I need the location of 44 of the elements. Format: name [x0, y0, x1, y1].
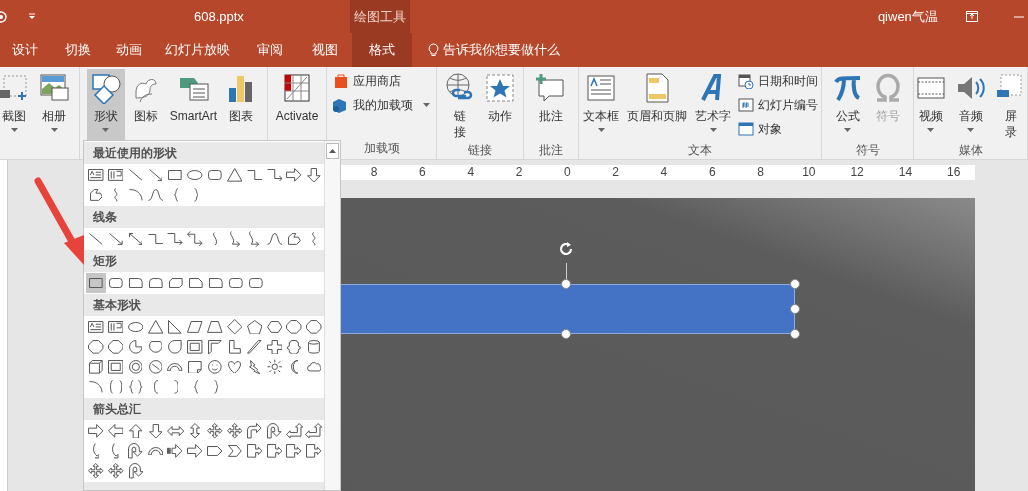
ribbon-button[interactable]: 截图: [0, 69, 33, 141]
ribbon-tab[interactable]: 设计: [0, 33, 50, 67]
ribbon-tab[interactable]: 动画: [105, 33, 152, 67]
group-label: 文本: [688, 142, 712, 159]
ribbon-button[interactable]: 应用商店: [331, 70, 432, 92]
ribbon-button[interactable]: 艺术字: [692, 69, 734, 141]
ribbon-tab[interactable]: 审阅: [243, 33, 297, 67]
ribbon-button[interactable]: SmartArt: [166, 69, 221, 141]
gallery-section-header: 箭头总汇: [84, 398, 324, 420]
ribbon-button[interactable]: 形状: [86, 69, 125, 141]
ribbon-button[interactable]: 相册: [35, 69, 73, 141]
ribbon-tab[interactable]: 幻灯片放映: [152, 33, 243, 67]
ribbon-button[interactable]: 我的加载项: [331, 94, 432, 116]
ribbon-tab[interactable]: 视图: [297, 33, 352, 67]
ribbon-button[interactable]: 对象: [736, 118, 820, 140]
ribbon-button[interactable]: 幻灯片编号: [736, 94, 820, 116]
ribbon-button[interactable]: 批注: [532, 69, 570, 141]
tell-me-field[interactable]: 告诉我你想要做什么: [443, 40, 560, 60]
ribbon-button[interactable]: 音频: [951, 69, 990, 141]
ribbon-tab[interactable]: 切换: [50, 33, 105, 67]
group-label: 链接: [468, 142, 492, 159]
ribbon-button[interactable]: 图表: [222, 69, 261, 141]
ribbon-button[interactable]: 动作: [481, 69, 519, 141]
file-title: 608.pptx: [194, 7, 244, 26]
ribbon-tab[interactable]: 格式: [352, 33, 412, 67]
ribbon-button[interactable]: 日期和时间: [736, 70, 820, 92]
ribbon-button[interactable]: 页眉和页脚: [624, 69, 690, 141]
group-label: 加载项: [363, 140, 400, 157]
context-tab-title: 绘图工具: [349, 0, 410, 33]
ribbon-button[interactable]: 文本框: [580, 69, 622, 141]
group-label: 媒体: [958, 142, 983, 159]
gallery-section-header: 矩形: [84, 250, 324, 272]
ribbon-button[interactable]: 公式: [828, 69, 867, 141]
ribbon-button[interactable]: 视频: [914, 69, 950, 141]
ribbon-button[interactable]: 图标: [126, 69, 165, 141]
ribbon-button[interactable]: Activate: [272, 69, 322, 141]
ribbon-button[interactable]: 屏录: [991, 69, 1027, 141]
user-name[interactable]: qiwen气温: [877, 6, 938, 27]
group-label: 符号: [855, 142, 880, 159]
group-label: 批注: [539, 142, 563, 159]
ribbon-button[interactable]: 链接: [441, 69, 479, 141]
gallery-section-header: 线条: [84, 206, 324, 228]
gallery-section-header: 基本形状: [84, 294, 324, 316]
gallery-section-header: 最近使用的形状: [84, 142, 324, 164]
